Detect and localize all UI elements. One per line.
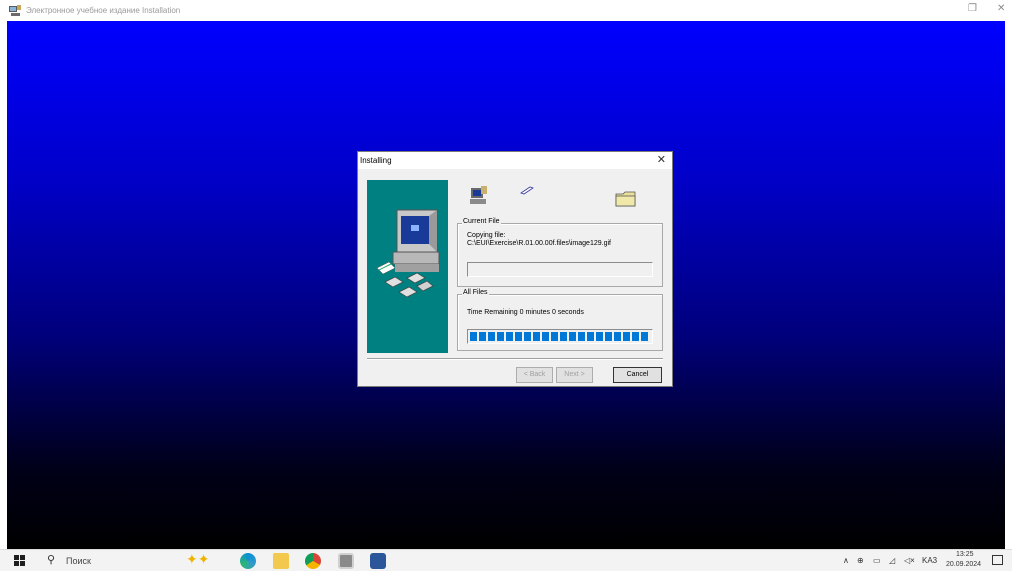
notification-icon[interactable] [992,555,1003,565]
app-close-button[interactable]: ✕ [997,3,1005,14]
clock-time[interactable]: 13:25 [956,551,974,558]
dialog-close-button[interactable]: ✕ [657,153,666,166]
word-icon[interactable] [370,553,386,569]
wifi-icon[interactable]: ◿ [889,556,895,565]
battery-icon[interactable]: ▭ [873,556,881,565]
language-indicator[interactable]: KA3 [922,556,937,565]
flying-document-icon [520,182,534,195]
volume-icon[interactable]: ◁× [904,556,915,565]
restore-button[interactable]: ❐ [968,3,977,14]
all-files-group: All Files Time Remaining 0 minutes 0 sec… [457,289,663,351]
chrome-icon[interactable] [305,553,321,569]
all-files-progress-bar [467,329,653,344]
current-file-group: Current File Copying file: C:\EUI\Exerci… [457,218,663,287]
side-panel [367,180,448,353]
current-file-path: C:\EUI\Exercise\R.01.00.00f.files\image1… [467,240,611,247]
installer-icon[interactable] [338,553,354,569]
folder-icon [615,190,637,208]
file-explorer-icon[interactable] [273,553,289,569]
tray-chevron-icon[interactable]: ∧ [843,556,849,565]
installing-dialog: Installing ✕ Current File Copying file: … [357,151,673,387]
setup-computer-icon [469,186,489,208]
sparkle-highlight-icon[interactable]: ✦✦ [186,551,209,568]
next-button[interactable]: Next > [556,367,593,383]
app-titlebar: Электронное учебное издание Installation… [0,0,1012,21]
back-button[interactable]: < Back [516,367,553,383]
taskbar: ⚲ Поиск ✦✦ ∧ ⊕ ▭ ◿ ◁× KA3 13:25 20.09.20… [0,549,1012,571]
current-file-label: Current File [462,218,501,225]
app-title: Электронное учебное издание Installation [26,6,181,15]
all-files-label: All Files [462,289,489,296]
clock-date[interactable]: 20.09.2024 [946,561,981,568]
search-icon[interactable]: ⚲ [47,553,55,566]
copying-file-label: Copying file: [467,232,506,239]
dialog-separator [367,358,663,360]
all-files-progress-fill [470,332,650,341]
cancel-button[interactable]: Cancel [613,367,662,383]
tray-app-icon[interactable]: ⊕ [857,556,864,565]
time-remaining-text: Time Remaining 0 minutes 0 seconds [467,309,584,316]
installer-app-icon [8,4,22,18]
current-file-progress-bar [467,262,653,277]
computer-with-disks-icon [376,209,440,298]
windows-start-icon[interactable] [14,555,26,567]
dialog-title: Installing [360,156,392,165]
taskbar-search-input[interactable]: Поиск [66,556,91,566]
dialog-titlebar: Installing ✕ [358,152,672,169]
edge-icon[interactable] [240,553,256,569]
